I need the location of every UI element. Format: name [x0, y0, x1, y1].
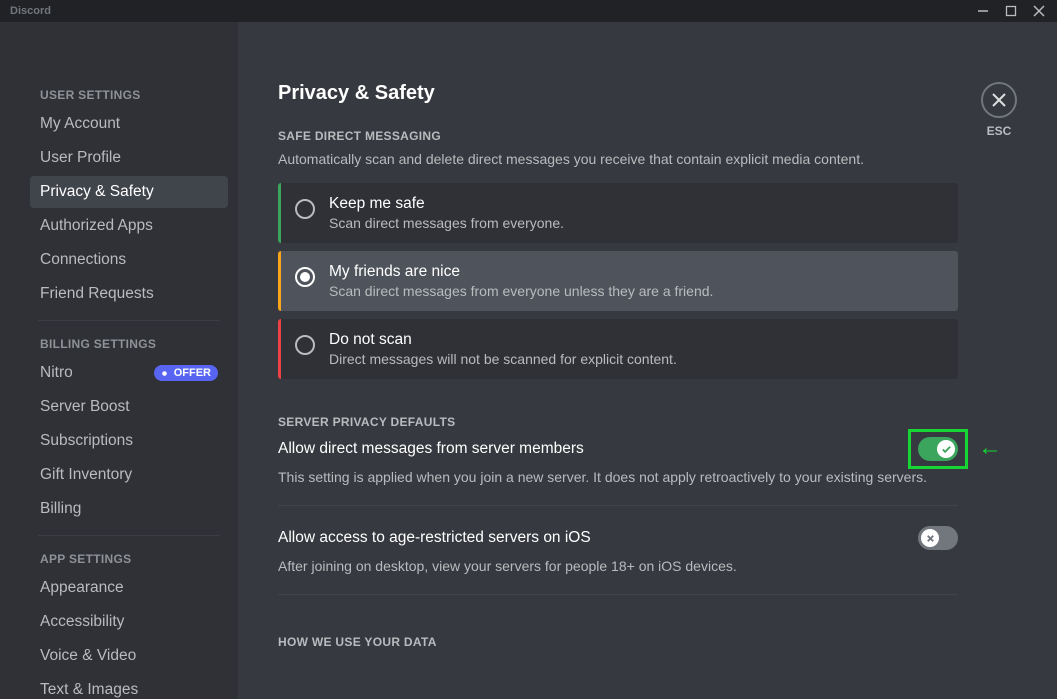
section-safe-dm-desc: Automatically scan and delete direct mes…	[278, 151, 958, 167]
check-icon	[937, 440, 955, 458]
toggle-allow-dm[interactable]	[918, 437, 958, 461]
radio-label: My friends are nice	[329, 263, 713, 281]
sidebar-header-user: USER SETTINGS	[30, 82, 228, 108]
app-name: Discord	[10, 5, 51, 17]
sidebar-item-my-account[interactable]: My Account	[30, 108, 228, 140]
sidebar-item-accessibility[interactable]: Accessibility	[30, 606, 228, 638]
toggle-age-restricted[interactable]	[918, 526, 958, 550]
window-controls	[969, 0, 1053, 22]
sidebar-item-label: Billing	[40, 500, 81, 518]
close-window-button[interactable]	[1025, 0, 1053, 22]
sidebar-item-gift-inventory[interactable]: Gift Inventory	[30, 459, 228, 491]
sidebar-item-voice-video[interactable]: Voice & Video	[30, 640, 228, 672]
sidebar-item-label: Gift Inventory	[40, 466, 132, 484]
setting-age-restricted-ios: Allow access to age-restricted servers o…	[278, 526, 958, 595]
content-area: ESC Privacy & Safety SAFE DIRECT MESSAGI…	[238, 22, 1057, 699]
sidebar-item-label: Text & Images	[40, 681, 138, 699]
maximize-button[interactable]	[997, 0, 1025, 22]
sidebar-item-label: My Account	[40, 115, 120, 133]
toggle-title: Allow access to age-restricted servers o…	[278, 529, 591, 547]
sidebar-item-subscriptions[interactable]: Subscriptions	[30, 425, 228, 457]
sidebar-item-label: Server Boost	[40, 398, 130, 416]
radio-my-friends-nice[interactable]: My friends are nice Scan direct messages…	[278, 251, 958, 311]
page-title: Privacy & Safety	[278, 82, 958, 105]
sidebar-item-nitro[interactable]: Nitro OFFER	[30, 357, 228, 389]
offer-badge: OFFER	[154, 365, 218, 381]
sidebar-item-billing[interactable]: Billing	[30, 493, 228, 525]
sidebar-item-label: Subscriptions	[40, 432, 133, 450]
minimize-button[interactable]	[969, 0, 997, 22]
sidebar-item-label: Connections	[40, 251, 126, 269]
sidebar-item-label: Nitro	[40, 364, 73, 382]
sidebar-item-label: Authorized Apps	[40, 217, 153, 235]
sidebar-item-appearance[interactable]: Appearance	[30, 572, 228, 604]
sidebar-item-label: Voice & Video	[40, 647, 136, 665]
setting-allow-dm-from-members: Allow direct messages from server member…	[278, 437, 958, 506]
sidebar-item-label: Appearance	[40, 579, 124, 597]
sidebar-item-label: Friend Requests	[40, 285, 154, 303]
radio-icon	[295, 267, 315, 287]
radio-icon	[295, 199, 315, 219]
close-icon	[981, 82, 1017, 118]
sidebar-item-text-images[interactable]: Text & Images	[30, 674, 228, 699]
separator	[38, 320, 220, 321]
section-server-privacy-title: SERVER PRIVACY DEFAULTS	[278, 415, 958, 429]
radio-label: Keep me safe	[329, 195, 564, 213]
safe-dm-radio-group: Keep me safe Scan direct messages from e…	[278, 183, 958, 379]
radio-keep-me-safe[interactable]: Keep me safe Scan direct messages from e…	[278, 183, 958, 243]
section-data-title: HOW WE USE YOUR DATA	[278, 635, 958, 649]
sidebar-item-friend-requests[interactable]: Friend Requests	[30, 278, 228, 310]
radio-do-not-scan[interactable]: Do not scan Direct messages will not be …	[278, 319, 958, 379]
x-icon	[921, 529, 939, 547]
toggle-title: Allow direct messages from server member…	[278, 440, 584, 458]
sidebar-item-connections[interactable]: Connections	[30, 244, 228, 276]
sidebar-item-privacy-safety[interactable]: Privacy & Safety	[30, 176, 228, 208]
toggle-sub: After joining on desktop, view your serv…	[278, 558, 958, 574]
radio-sub: Scan direct messages from everyone.	[329, 215, 564, 231]
sidebar-item-server-boost[interactable]: Server Boost	[30, 391, 228, 423]
close-label: ESC	[981, 124, 1017, 138]
sidebar-item-label: User Profile	[40, 149, 121, 167]
sidebar-item-label: Accessibility	[40, 613, 124, 631]
titlebar: Discord	[0, 0, 1057, 22]
sidebar-item-authorized-apps[interactable]: Authorized Apps	[30, 210, 228, 242]
radio-label: Do not scan	[329, 331, 677, 349]
close-settings-button[interactable]: ESC	[981, 82, 1017, 138]
sidebar-item-user-profile[interactable]: User Profile	[30, 142, 228, 174]
radio-sub: Direct messages will not be scanned for …	[329, 351, 677, 367]
radio-sub: Scan direct messages from everyone unles…	[329, 283, 713, 299]
badge-text: OFFER	[174, 367, 211, 379]
nitro-icon	[159, 368, 170, 379]
separator	[38, 535, 220, 536]
section-safe-dm-title: SAFE DIRECT MESSAGING	[278, 129, 958, 143]
settings-sidebar: USER SETTINGS My Account User Profile Pr…	[0, 22, 238, 699]
sidebar-header-billing: BILLING SETTINGS	[30, 331, 228, 357]
sidebar-header-app: APP SETTINGS	[30, 546, 228, 572]
radio-icon	[295, 335, 315, 355]
sidebar-item-label: Privacy & Safety	[40, 183, 154, 201]
toggle-sub: This setting is applied when you join a …	[278, 469, 958, 485]
